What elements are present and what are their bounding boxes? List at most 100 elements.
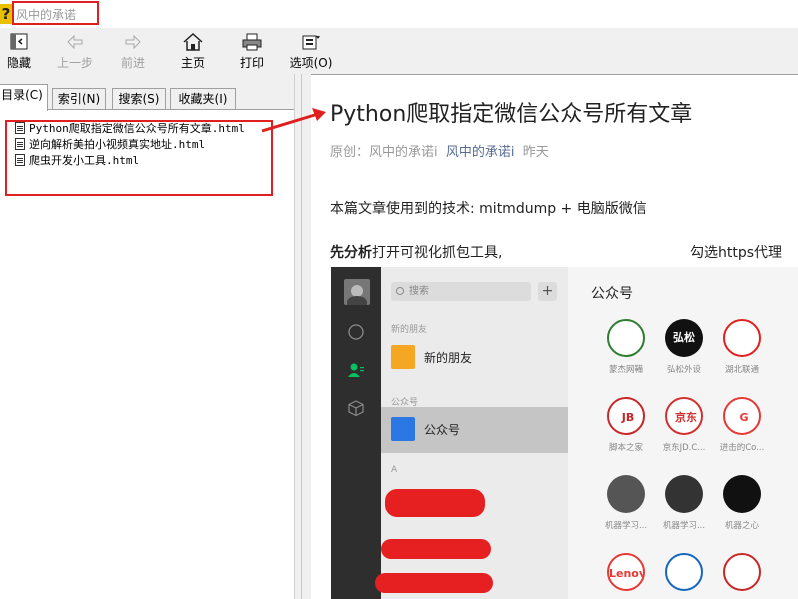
hide-pane-icon (10, 33, 28, 50)
account-logo-icon (723, 319, 761, 357)
official-account-item[interactable]: G 进击的Co... (712, 397, 772, 453)
account-logo-text: 弘松 (673, 331, 695, 344)
account-name: 湖北联通 (724, 365, 759, 375)
article-paragraph: 本篇文章使用到的技术: mitmdump + 电脑版微信 (330, 201, 647, 217)
tab-index[interactable]: 索引(N) (52, 88, 106, 110)
section-label: 新的朋友 (391, 325, 428, 335)
article-pane: Python爬取指定微信公众号所有文章 原创：风中的承诺i 风中的承诺i 昨天 … (311, 74, 798, 599)
account-name: 脚本之家 (608, 443, 643, 453)
pane-splitter[interactable] (294, 74, 310, 599)
list-item-official-accounts[interactable]: 公众号 (381, 407, 568, 453)
account-name: 机器学习... (662, 521, 706, 531)
article-paragraph-right: 勾选https代理 (690, 245, 783, 261)
window-title: 风中的承诺 (16, 8, 77, 22)
official-account-item[interactable]: 湖北联通 (712, 319, 772, 375)
hide-button[interactable]: 隐藏 (0, 32, 44, 70)
account-logo-icon (607, 319, 645, 357)
help-viewer-window: ? 风中的承诺 隐藏 上一步 前进 主页 打印 选项(O) 目录(C) 索引(N… (0, 0, 798, 599)
arrow-right-icon (125, 34, 141, 50)
account-logo-text: Lenovo (609, 567, 643, 580)
article-meta: 原创：风中的承诺i 风中的承诺i 昨天 (330, 145, 549, 160)
document-icon (15, 154, 25, 166)
account-name: 机器之心 (724, 521, 759, 531)
account-logo-text (725, 555, 759, 589)
account-logo-icon (665, 553, 703, 591)
list-item-new-friends[interactable]: 新的朋友 (381, 335, 568, 381)
official-account-icon (391, 417, 415, 441)
title-bar: ? 风中的承诺 (0, 0, 798, 28)
arrow-left-icon (67, 34, 83, 50)
account-logo-text: 京东 (675, 411, 697, 424)
cube-icon (348, 400, 364, 417)
account-logo-icon: 弘松 (665, 319, 703, 357)
tab-favorites[interactable]: 收藏夹(I) (170, 88, 236, 110)
account-logo-icon (607, 475, 645, 513)
contacts-icon (348, 363, 364, 377)
options-icon (302, 35, 320, 50)
article-title: Python爬取指定微信公众号所有文章 (330, 102, 693, 127)
account-logo-icon (723, 553, 761, 591)
chat-bubble-icon (348, 324, 364, 340)
print-button[interactable]: 打印 (227, 32, 277, 70)
official-account-item[interactable]: Lenovo (596, 553, 656, 597)
tree-item[interactable]: 逆向解析美拍小视频真实地址.html (15, 137, 205, 153)
search-icon (396, 287, 404, 295)
section-label: A (391, 465, 398, 475)
wechat-search-input[interactable]: 搜索 (391, 282, 531, 301)
redaction-scribble (385, 489, 485, 517)
redaction-scribble (375, 573, 493, 593)
nav-tabs: 目录(C) 索引(N) 搜索(S) 收藏夹(I) (0, 84, 294, 111)
article-paragraph: 先分析打开可视化抓包工具, (330, 245, 503, 261)
author-link[interactable]: 风中的承诺i (446, 145, 515, 160)
forward-button[interactable]: 前进 (108, 32, 158, 70)
official-account-item[interactable]: 京东京东JD.C... (654, 397, 714, 453)
tree-item[interactable]: 爬虫开发小工具.html (15, 153, 139, 169)
official-account-item[interactable]: 弘松 弘松外设 (654, 319, 714, 375)
panel-title: 公众号 (591, 286, 633, 302)
official-account-item[interactable]: JB 脚本之家 (596, 397, 656, 453)
account-name: 弘松外设 (666, 365, 701, 375)
toolbar: 隐藏 上一步 前进 主页 打印 选项(O) (0, 28, 798, 73)
official-account-item[interactable]: 机器学习... (654, 475, 714, 531)
add-button[interactable]: + (538, 282, 557, 301)
account-logo-icon: 京东 (665, 397, 703, 435)
account-logo-text (723, 475, 761, 513)
tree-item[interactable]: Python爬取指定微信公众号所有文章.html (15, 121, 245, 137)
account-name: 进击的Co... (719, 443, 765, 453)
account-logo-icon: Lenovo (607, 553, 645, 591)
official-account-item[interactable]: 蒙杰网鞴 (596, 319, 656, 375)
home-button[interactable]: 主页 (168, 32, 218, 70)
tab-search[interactable]: 搜索(S) (112, 88, 166, 110)
home-icon (183, 32, 203, 51)
account-logo-text: JB (621, 411, 635, 424)
account-logo-icon (665, 475, 703, 513)
official-account-item[interactable]: 机器之心 (712, 475, 772, 531)
account-logo-text (725, 321, 759, 355)
official-account-item[interactable]: 机器学习... (596, 475, 656, 531)
official-account-item[interactable] (712, 553, 772, 597)
tab-contents[interactable]: 目录(C) (0, 84, 48, 111)
avatar (344, 279, 370, 305)
contents-panel: Python爬取指定微信公众号所有文章.html 逆向解析美拍小视频真实地址.h… (0, 109, 294, 599)
official-account-item[interactable] (654, 553, 714, 597)
new-friend-icon (391, 345, 415, 369)
document-icon (15, 138, 25, 150)
wechat-screenshot: 搜索 + 新的朋友 新的朋友 公众号 公众号 A 公众号 蒙杰网鞴 弘松 弘松外… (331, 267, 798, 599)
help-icon: ? (0, 4, 12, 24)
back-button[interactable]: 上一步 (50, 32, 100, 70)
document-icon (15, 122, 25, 134)
account-logo-icon: G (723, 397, 761, 435)
account-logo-text (665, 475, 703, 513)
account-logo-icon: JB (607, 397, 645, 435)
account-logo-icon (723, 475, 761, 513)
account-name: 蒙杰网鞴 (608, 365, 643, 375)
wechat-sidebar (331, 267, 381, 599)
account-logo-text: G (739, 411, 749, 424)
wechat-contact-list: 搜索 + 新的朋友 新的朋友 公众号 公众号 A (375, 267, 568, 599)
account-name: 京东JD.C... (662, 443, 706, 453)
options-button[interactable]: 选项(O) (286, 32, 336, 70)
navigation-pane: 目录(C) 索引(N) 搜索(S) 收藏夹(I) Python爬取指定微信公众号… (0, 74, 294, 599)
account-logo-text (607, 475, 645, 513)
redaction-scribble (381, 539, 491, 559)
account-name: 机器学习... (604, 521, 648, 531)
